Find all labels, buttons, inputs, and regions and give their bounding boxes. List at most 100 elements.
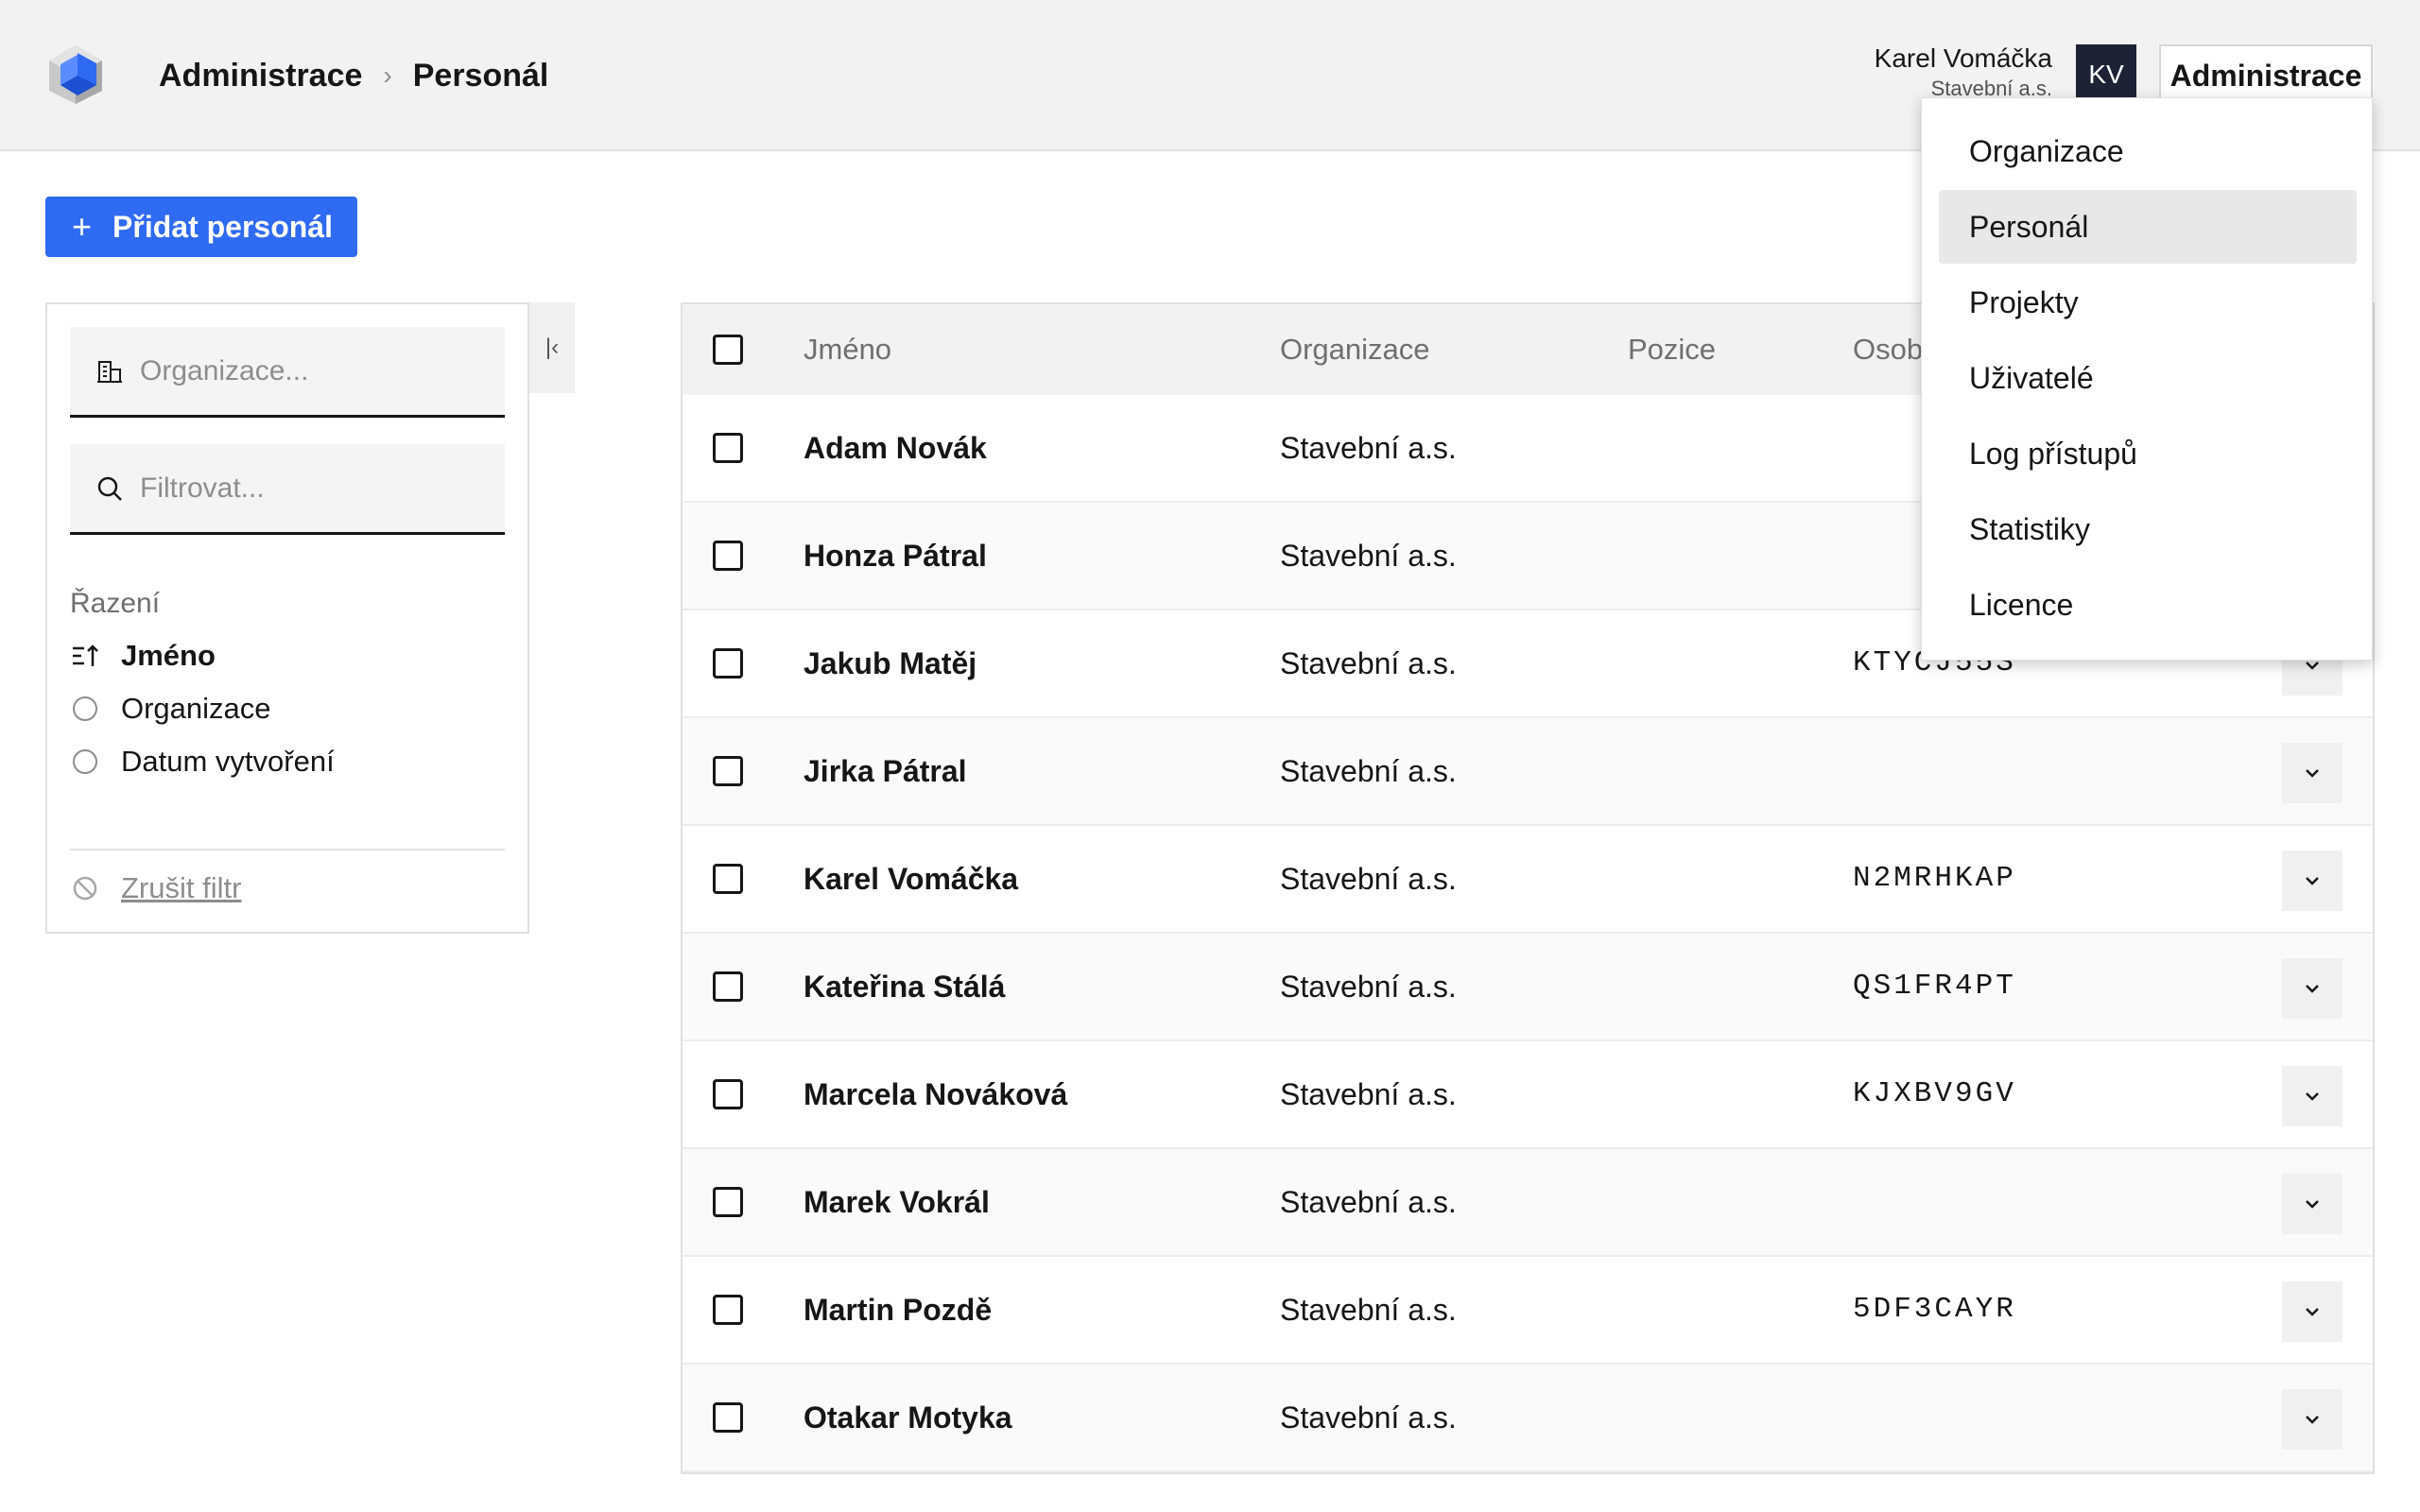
cell-organization: Stavební a.s. [1280,431,1457,465]
sort-option-label: Jméno [121,639,216,672]
row-checkbox[interactable] [713,1187,743,1217]
row-expand-button[interactable] [2282,1281,2342,1342]
sort-ascending-icon [70,641,100,671]
cell-organization: Stavební a.s. [1280,754,1457,788]
cell-organization: Stavební a.s. [1280,539,1457,573]
cell-name[interactable]: Jirka Pátral [804,754,967,789]
clear-filter-link[interactable]: Zrušit filtr [70,871,241,905]
chevron-down-icon [2306,1092,2319,1101]
row-expand-button[interactable] [2282,1174,2342,1234]
table-row[interactable]: Jirka Pátral Stavební a.s. [683,718,2373,826]
organization-filter[interactable] [70,327,505,418]
row-checkbox[interactable] [713,433,743,463]
building-icon [95,356,125,387]
row-checkbox[interactable] [713,971,743,1002]
administrace-dropdown-menu: Organizace Personál Projekty Uživatelé Log p… [1921,97,2373,661]
collapse-left-icon: |‹ [544,335,560,360]
breadcrumb: Administrace › Personál [159,53,548,98]
add-personnel-button[interactable]: + Přidat personál [45,197,357,257]
row-checkbox[interactable] [713,648,743,679]
row-checkbox[interactable] [713,756,743,786]
row-expand-button[interactable] [2282,850,2342,911]
cell-organization: Stavební a.s. [1280,1400,1457,1435]
cell-name[interactable]: Martin Pozdě [804,1293,992,1328]
column-header-jmeno[interactable]: Jméno [804,333,891,367]
cell-organization: Stavební a.s. [1280,862,1457,896]
sort-option-label: Datum vytvoření [121,745,335,778]
sort-heading: Řazení [70,588,161,619]
plus-icon: + [72,207,93,246]
organization-input[interactable] [140,354,480,387]
sort-option-label: Organizace [121,692,271,725]
sort-option-jmeno[interactable]: Jméno [70,639,216,673]
row-checkbox[interactable] [713,1295,743,1325]
sort-option-datum-vytvoreni[interactable]: Datum vytvoření [70,745,335,779]
cell-organization: Stavební a.s. [1280,1185,1457,1219]
cell-personal-code: KJXBV9GV [1853,1077,2016,1110]
avatar[interactable]: KV [2076,44,2136,105]
cell-name[interactable]: Adam Novák [804,431,987,466]
divider [70,849,505,850]
row-expand-button[interactable] [2282,743,2342,803]
row-checkbox[interactable] [713,864,743,894]
menu-item-licence[interactable]: Licence [1939,568,2357,642]
row-checkbox[interactable] [713,541,743,571]
chevron-down-icon [2306,985,2319,993]
table-row[interactable]: Karel Vomáčka Stavební a.s. N2MRHKAP [683,826,2373,934]
row-checkbox[interactable] [713,1402,743,1433]
filter-panel: Řazení Jméno Organizace Datum vytvoření [45,302,529,934]
radio-icon [70,747,100,777]
no-entry-icon [70,873,100,903]
menu-item-personal[interactable]: Personál [1939,190,2357,264]
breadcrumb-administrace[interactable]: Administrace [159,58,362,94]
menu-item-uzivatele[interactable]: Uživatelé [1939,341,2357,415]
chevron-down-icon [2306,877,2319,885]
chevron-down-icon [2306,1416,2319,1424]
add-personnel-label: Přidat personál [112,209,333,244]
search-icon [95,473,125,504]
select-all-checkbox[interactable] [713,335,743,365]
row-expand-button[interactable] [2282,958,2342,1019]
sort-option-organizace[interactable]: Organizace [70,692,271,726]
table-row[interactable]: Martin Pozdě Stavební a.s. 5DF3CAYR [683,1257,2373,1365]
cell-personal-code: QS1FR4PT [1853,970,2016,1003]
collapse-panel-button[interactable]: |‹ [529,302,575,393]
table-row[interactable]: Kateřina Stálá Stavební a.s. QS1FR4PT [683,934,2373,1041]
cell-organization: Stavební a.s. [1280,646,1457,680]
breadcrumb-personal: Personál [412,57,549,94]
user-info[interactable]: Karel Vomáčka Stavební a.s. [1875,42,2052,102]
text-filter[interactable] [70,444,505,535]
column-header-osob[interactable]: Osob [1853,333,1923,367]
menu-item-statistiky[interactable]: Statistiky [1939,492,2357,566]
row-expand-button[interactable] [2282,1066,2342,1126]
table-row[interactable]: Marek Vokrál Stavební a.s. [683,1149,2373,1257]
user-name: Karel Vomáčka [1874,43,2052,73]
app-logo-icon[interactable] [45,43,106,106]
administrace-menu-button[interactable]: Administrace [2159,44,2373,105]
cell-personal-code: 5DF3CAYR [1853,1293,2016,1326]
row-expand-button[interactable] [2282,1389,2342,1450]
menu-item-organizace[interactable]: Organizace [1939,114,2357,188]
cell-name[interactable]: Marcela Nováková [804,1077,1067,1112]
column-header-pozice[interactable]: Pozice [1628,333,1716,367]
table-row[interactable]: Otakar Motyka Stavební a.s. [683,1365,2373,1472]
cell-organization: Stavební a.s. [1280,970,1457,1004]
cell-name[interactable]: Kateřina Stálá [804,970,1005,1005]
chevron-down-icon [2306,769,2319,778]
column-header-organizace[interactable]: Organizace [1280,333,1430,367]
cell-organization: Stavební a.s. [1280,1077,1457,1111]
filter-input[interactable] [140,472,480,505]
cell-name[interactable]: Otakar Motyka [804,1400,1012,1435]
clear-filter-label: Zrušit filtr [121,871,242,904]
cell-personal-code: N2MRHKAP [1853,862,2016,895]
cell-name[interactable]: Marek Vokrál [804,1185,990,1220]
menu-item-log-pristupu[interactable]: Log přístupů [1939,417,2357,490]
chevron-down-icon [2306,1308,2319,1316]
cell-name[interactable]: Honza Pátral [804,539,987,574]
row-checkbox[interactable] [713,1079,743,1109]
cell-name[interactable]: Jakub Matěj [804,646,977,681]
chevron-down-icon [2306,1200,2319,1209]
cell-name[interactable]: Karel Vomáčka [804,862,1018,897]
menu-item-projekty[interactable]: Projekty [1939,266,2357,339]
table-row[interactable]: Marcela Nováková Stavební a.s. KJXBV9GV [683,1041,2373,1149]
